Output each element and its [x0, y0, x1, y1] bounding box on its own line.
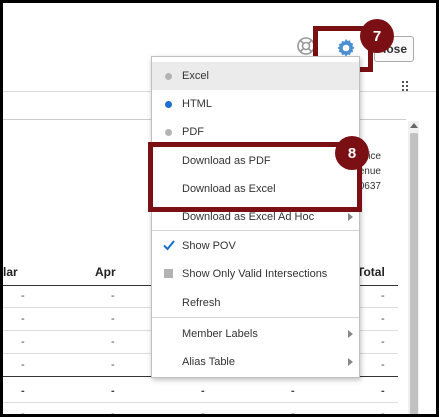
step-badge-7: 7 — [360, 19, 394, 53]
address-line-3: 0637 — [358, 181, 381, 192]
menu-item-show-only-valid-intersections[interactable]: Show Only Valid Intersections — [152, 260, 359, 288]
table-cell: - — [381, 408, 385, 417]
table-cell: - — [381, 336, 385, 348]
checkmark-icon — [163, 240, 175, 251]
table-cell: - — [111, 290, 115, 302]
menu-item-alias-table[interactable]: Alias Table — [152, 348, 359, 376]
table-cell: - — [381, 359, 385, 371]
column-header-apr: Apr — [95, 265, 116, 279]
table-cell: - — [201, 408, 205, 417]
scroll-thumb[interactable] — [410, 133, 418, 414]
menu-item-label: Show Only Valid Intersections — [182, 268, 328, 280]
menu-item-label: Refresh — [182, 297, 221, 309]
table-cell: - — [21, 290, 25, 302]
menu-item-html[interactable]: HTML — [152, 90, 359, 118]
menu-item-refresh[interactable]: Refresh — [152, 289, 359, 317]
column-header-mar: lar — [3, 265, 18, 279]
chevron-right-icon — [348, 358, 353, 366]
table-cell: - — [201, 385, 205, 397]
table-cell: - — [381, 290, 385, 302]
table-cell: - — [111, 385, 115, 397]
radio-off-icon — [165, 72, 172, 80]
highlight-box-step8 — [148, 142, 362, 212]
table-cell: - — [381, 313, 385, 325]
menu-divider — [152, 230, 359, 231]
table-cell: - — [111, 408, 115, 417]
menu-item-show-pov[interactable]: Show POV — [152, 232, 359, 260]
menu-item-label: Member Labels — [182, 328, 258, 340]
table-cell: - — [21, 408, 25, 417]
column-header-total: Total — [357, 265, 385, 279]
menu-item-label: Download as Excel Ad Hoc — [182, 211, 315, 223]
table-cell: - — [111, 359, 115, 371]
table-cell: - — [21, 336, 25, 348]
table-row-divider — [3, 402, 398, 403]
chevron-right-icon — [348, 330, 353, 338]
table-cell: - — [21, 359, 25, 371]
address-line-1: ice — [368, 151, 381, 162]
radio-on-icon — [165, 100, 172, 108]
radio-off-icon — [165, 128, 172, 136]
menu-item-label: PDF — [182, 126, 204, 138]
table-cell: - — [291, 385, 295, 397]
settings-menu: Excel HTML PDF Download as PDF Download … — [151, 56, 360, 378]
menu-item-excel[interactable]: Excel — [152, 62, 359, 90]
menu-item-label: HTML — [182, 98, 212, 110]
table-cell: - — [21, 313, 25, 325]
table-cell: - — [111, 313, 115, 325]
menu-item-label: Excel — [182, 70, 209, 82]
scroll-up-arrow[interactable] — [410, 123, 418, 128]
step-badge-8: 8 — [335, 136, 369, 170]
checkbox-square-icon — [164, 269, 173, 278]
grip-icon[interactable] — [402, 81, 408, 91]
address-line-2: enue — [358, 166, 381, 177]
menu-item-member-labels[interactable]: Member Labels — [152, 320, 359, 348]
chevron-right-icon — [348, 213, 353, 221]
menu-item-label: Alias Table — [182, 356, 235, 368]
app-frame: lose ice enue 0637 lar Apr Total -------… — [0, 0, 439, 417]
table-cell: - — [291, 408, 295, 417]
table-cell: - — [111, 336, 115, 348]
menu-item-label: Show POV — [182, 240, 236, 252]
table-cell: - — [21, 385, 25, 397]
menu-divider — [152, 317, 359, 318]
table-cell: - — [381, 385, 385, 397]
